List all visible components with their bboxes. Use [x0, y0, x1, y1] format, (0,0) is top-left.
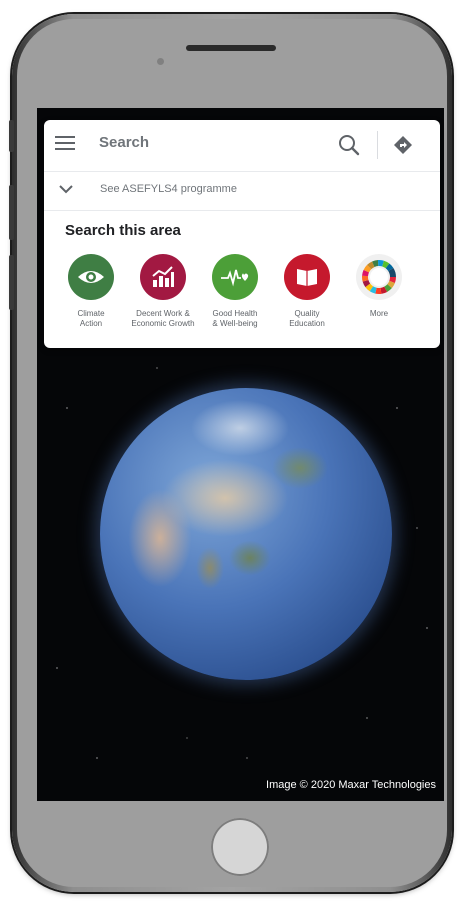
search-input[interactable]: Search — [99, 134, 149, 151]
category-good-health[interactable]: Good Health & Well-being — [195, 254, 275, 329]
climate-action-badge — [68, 254, 114, 300]
category-decent-work[interactable]: Decent Work & Economic Growth — [123, 254, 203, 329]
category-list: Climate Action Decent Work & Economic Gr… — [44, 254, 440, 344]
programme-link[interactable]: See ASEFYLS4 programme — [100, 183, 237, 195]
quality-education-badge — [284, 254, 330, 300]
category-label: Good Health & Well-being — [212, 309, 258, 328]
decent-work-badge — [140, 254, 186, 300]
category-more[interactable]: More — [339, 254, 419, 319]
growth-chart-icon — [152, 266, 174, 287]
home-button[interactable] — [211, 818, 269, 876]
search-icon[interactable] — [338, 134, 360, 156]
good-health-badge — [212, 254, 258, 300]
programme-row[interactable]: See ASEFYLS4 programme — [44, 172, 440, 210]
mute-switch — [9, 120, 14, 152]
hamburger-menu-icon[interactable] — [55, 136, 75, 152]
category-climate-action[interactable]: Climate Action — [51, 254, 131, 329]
search-divider — [377, 131, 378, 159]
more-badge — [356, 254, 402, 300]
eye-icon — [78, 271, 104, 283]
open-book-icon — [297, 269, 317, 286]
directions-icon[interactable] — [393, 135, 413, 155]
heartbeat-icon — [221, 269, 249, 287]
map-attribution: Image © 2020 Maxar Technologies — [266, 779, 436, 791]
area-section-title: Search this area — [65, 222, 181, 239]
category-label: Quality Education — [289, 309, 325, 328]
earth-globe[interactable] — [100, 388, 392, 680]
search-card: Search See ASEFYLS4 programme Search thi… — [44, 120, 440, 348]
front-camera — [157, 58, 164, 65]
category-quality-education[interactable]: Quality Education — [267, 254, 347, 329]
volume-down-button — [9, 255, 14, 310]
category-label: More — [369, 309, 389, 318]
sdg-wheel-icon — [362, 260, 396, 294]
category-label: Climate Action — [77, 309, 105, 328]
earpiece-speaker — [186, 45, 276, 51]
chevron-down-icon[interactable] — [58, 182, 74, 196]
search-bar[interactable]: Search — [44, 120, 440, 170]
category-label: Decent Work & Economic Growth — [131, 309, 195, 328]
volume-up-button — [9, 185, 14, 240]
